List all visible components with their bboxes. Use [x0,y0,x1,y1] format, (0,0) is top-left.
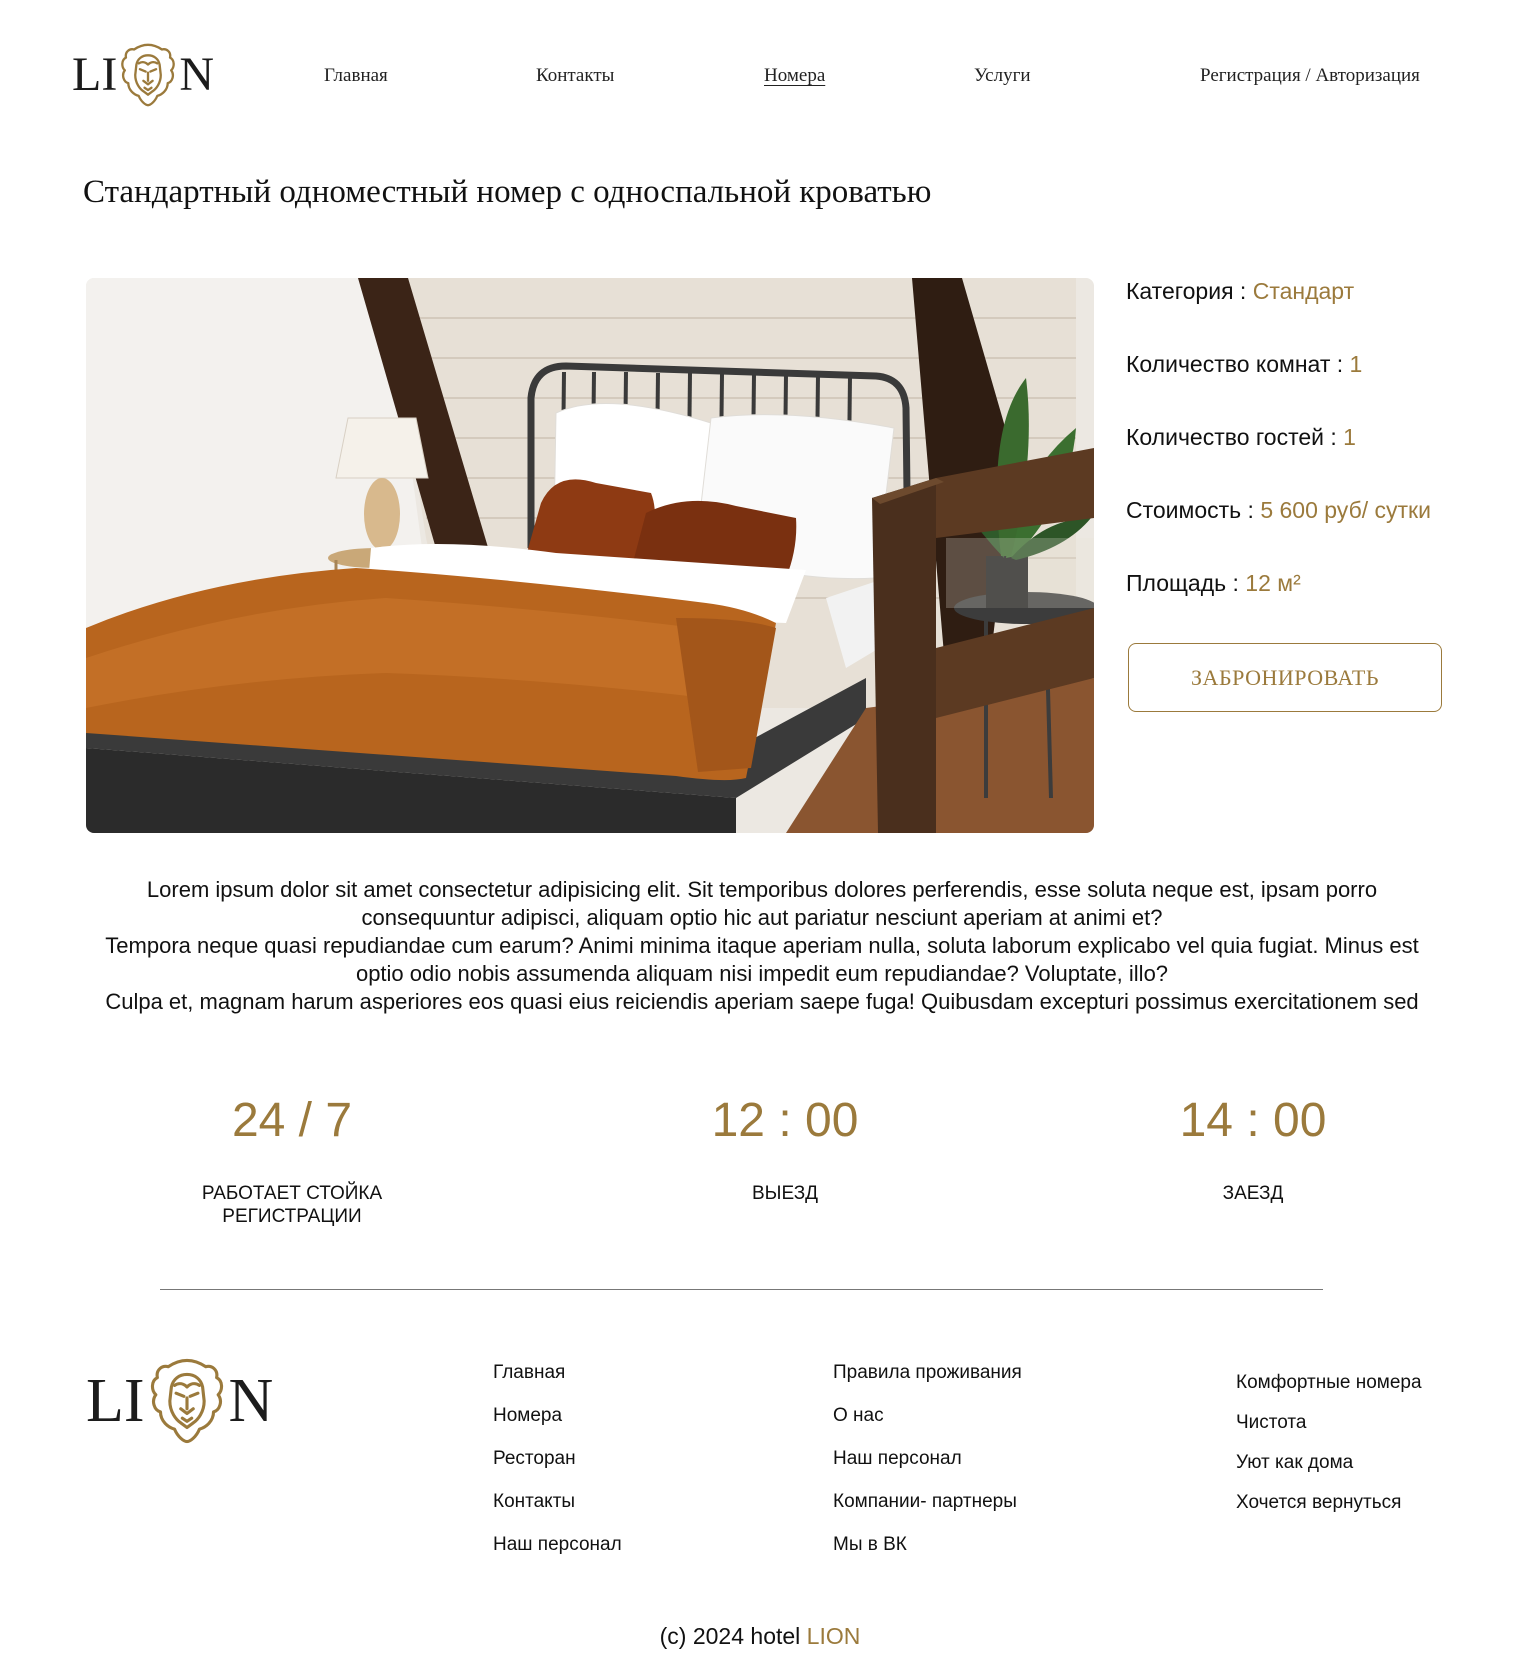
footer-link-home[interactable]: Главная [493,1362,622,1384]
footer-feature-rooms: Комфортные номера [1236,1372,1422,1393]
description-paragraph: Culpa et, magnam harum asperiores eos qu… [105,989,1419,1014]
stat-checkout-label: ВЫЕЗД [751,1183,819,1204]
footer-link-contacts[interactable]: Контакты [493,1491,622,1513]
footer-link-about[interactable]: О нас [833,1405,1022,1427]
detail-label: Стоимость : [1126,497,1254,523]
detail-category: Категория : Стандарт [1126,278,1354,305]
nav-home[interactable]: Главная [324,65,388,87]
footer-divider [160,1289,1323,1290]
copyright-brand: LION [806,1623,861,1649]
footer-col-1: Главная Номера Ресторан Контакты Наш пер… [493,1362,622,1556]
detail-value: 12 м² [1245,570,1301,596]
room-description: Lorem ipsum dolor sit amet consectetur a… [82,876,1442,1016]
logo-text-right: N [228,1367,274,1435]
footer-link-rooms[interactable]: Номера [493,1405,622,1427]
stat-checkin-label: ЗАЕЗД [1222,1183,1284,1204]
footer-feature-clean: Чистота [1236,1412,1307,1433]
detail-value: 5 600 руб/ сутки [1260,497,1431,523]
copyright: (c) 2024 hotel LION [0,1623,1520,1650]
logo-text-left: LI [72,48,118,101]
footer-link-staff[interactable]: Наш персонал [493,1534,622,1556]
page-title: Стандартный одноместный номер с односпал… [83,174,932,210]
detail-label: Площадь : [1126,570,1239,596]
footer-feature-cozy: Уют как дома [1236,1452,1354,1473]
stat-checkout-value: 12 : 00 [711,1094,859,1147]
detail-label: Количество комнат : [1126,351,1344,377]
detail-guests: Количество гостей : 1 [1126,424,1356,451]
footer-feature-return: Хочется вернуться [1236,1492,1402,1513]
detail-value: Стандарт [1252,278,1355,304]
detail-area: Площадь : 12 м² [1126,570,1301,597]
book-button[interactable]: ЗАБРОНИРОВАТЬ [1128,643,1442,712]
footer-link-rules[interactable]: Правила проживания [833,1362,1022,1384]
copyright-text: (c) 2024 hotel [659,1623,801,1649]
footer-logo[interactable]: LI N [86,1357,273,1445]
detail-rooms: Количество комнат : 1 [1126,351,1362,378]
stat-reception-value: 24 / 7 [231,1094,353,1147]
nav-rooms[interactable]: Номера [764,65,825,87]
logo-text-right: N [179,48,214,101]
room-photo [86,278,1094,833]
stat-reception-label: РАБОТАЕТ СТОЙКА РЕГИСТРАЦИИ [201,1183,383,1227]
footer-link-staff[interactable]: Наш персонал [833,1448,1022,1470]
description-paragraph: Tempora neque quasi repudiandae cum earu… [105,933,1419,986]
logo-text-left: LI [86,1367,145,1435]
lion-head-icon [121,43,176,107]
description-paragraph: Lorem ipsum dolor sit amet consectetur a… [146,877,1378,930]
footer-link-restaurant[interactable]: Ресторан [493,1448,622,1470]
header-logo[interactable]: LI N [72,42,214,108]
nav-services[interactable]: Услуги [974,65,1031,87]
footer-col-2: Правила проживания О нас Наш персонал Ко… [833,1362,1022,1556]
detail-label: Количество гостей : [1126,424,1337,450]
detail-value: 1 [1343,424,1356,450]
detail-label: Категория : [1126,278,1247,304]
stat-checkin-value: 14 : 00 [1179,1094,1327,1147]
detail-value: 1 [1349,351,1363,377]
nav-contacts[interactable]: Контакты [536,65,614,87]
footer-link-vk[interactable]: Мы в ВК [833,1534,1022,1556]
nav-auth[interactable]: Регистрация / Авторизация [1200,65,1420,87]
footer-link-partners[interactable]: Компании- партнеры [833,1491,1022,1513]
footer-col-3: Комфортные номера Чистота Уют как дома Х… [1236,1372,1422,1514]
lion-head-icon [150,1358,223,1444]
detail-price: Стоимость : 5 600 руб/ сутки [1126,497,1431,524]
